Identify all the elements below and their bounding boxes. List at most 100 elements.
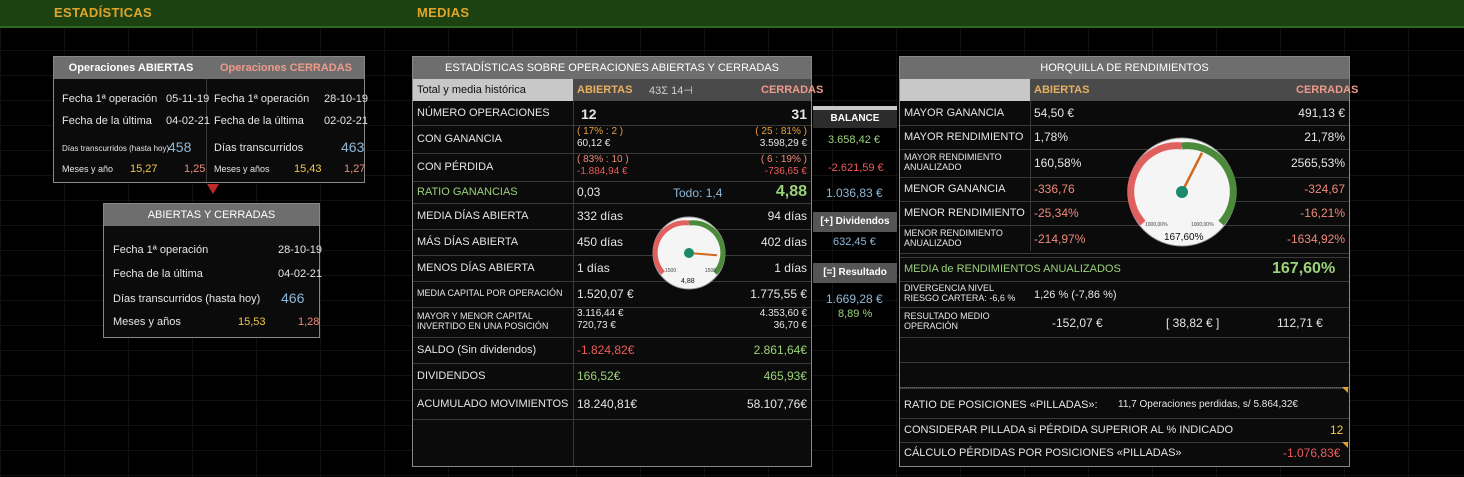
stats-row-label: NÚMERO OPERACIONES <box>417 107 550 119</box>
closed-months-label: Meses y años <box>214 164 270 174</box>
combined-months-value: 15,53 <box>238 316 266 328</box>
stats-table-title: ESTADÍSTICAS SOBRE OPERACIONES ABIERTAS … <box>413 57 811 79</box>
combined-years-value: 1,28 <box>298 316 320 328</box>
yield-col-divider <box>1030 101 1031 251</box>
combined-days-value: 466 <box>281 290 305 306</box>
stats-subheader: Total y media histórica ABIERTAS 43Σ 14⊣… <box>413 79 823 101</box>
gauge-value-label: 4,88 <box>681 278 695 285</box>
stats-row-closed: 465,93€ <box>763 369 807 383</box>
col-closed-header: CERRADAS <box>761 84 824 96</box>
top-bar: ESTADÍSTICAS MEDIAS <box>0 0 1464 28</box>
stats-row-closed: 58.107,76€ <box>746 397 807 411</box>
yield-row-closed: 2565,53% <box>1290 156 1345 170</box>
section-title-statistics: ESTADÍSTICAS <box>54 5 152 20</box>
avg-result-open: -152,07 € <box>1052 316 1103 330</box>
yield-row-closed: -16,21% <box>1300 206 1345 220</box>
yield-row-closed: -324,67 <box>1304 182 1345 196</box>
yield-gauge: 1000,00% 1000,00% 167,60% <box>1127 137 1237 247</box>
closed-months-value: 15,43 <box>294 163 322 175</box>
row-line <box>900 337 1349 338</box>
stats-row-open: 18.240,81€ <box>577 397 638 411</box>
calc-pilladas-label: CÁLCULO PÉRDIDAS POR POSICIONES «PILLADA… <box>904 447 1182 459</box>
ratio-all: Todo: 1,4 <box>673 186 723 200</box>
yield-gauge-hub <box>1176 186 1188 198</box>
yield-row-label: MENOR RENDIMIENTO <box>904 207 1025 219</box>
row-line <box>413 389 811 390</box>
avg-result-label: RESULTADO MEDIO OPERACIÓN <box>904 311 990 331</box>
consider-pillada-value[interactable]: 12 <box>1330 423 1343 437</box>
stats-row-open: 0,03 <box>577 185 601 199</box>
open-years-value: 1,25 <box>184 163 206 175</box>
open-last-label: Fecha de la última <box>62 115 152 127</box>
stats-row-open: 3.116,44 € <box>577 308 624 319</box>
balance-gain: 3.658,42 € <box>828 134 880 146</box>
open-first-date: 05-11-19 <box>166 93 210 105</box>
dividends-button[interactable]: [+] Dividendos <box>813 212 897 232</box>
comment-marker-icon <box>1342 387 1348 393</box>
yield-subheader: ABIERTAS CERRADAS <box>900 79 1358 101</box>
stats-row-label: MEDIA CAPITAL POR OPERACIÓN <box>417 288 563 298</box>
combined-days-label: Días transcurridos (hasta hoy) <box>113 293 261 305</box>
row-line <box>413 281 811 282</box>
row-line <box>900 281 1349 282</box>
stats-row-label: MAYOR Y MENOR CAPITAL INVERTIDO EN UNA P… <box>417 311 549 331</box>
open-days-label: Días transcurridos (hasta hoy) <box>62 144 170 153</box>
yield-col-closed: CERRADAS <box>1296 84 1359 96</box>
stats-row-open-sub: 720,73 € <box>577 320 616 331</box>
col-divider <box>573 101 574 466</box>
stats-row-closed-sub: 36,70 € <box>773 320 807 331</box>
col-open-header: ABIERTAS <box>577 84 633 96</box>
yield-row-label: MAYOR RENDIMIENTO ANUALIZADO <box>904 152 1002 172</box>
closed-first-label: Fecha 1ª operación <box>214 93 310 105</box>
combined-last-label: Fecha de la última <box>113 268 203 280</box>
open-months-value: 15,27 <box>130 163 158 175</box>
row-line <box>900 362 1349 363</box>
avg-result-mid: [ 38,82 € ] <box>1166 316 1220 330</box>
stats-row-closed: 1 días <box>774 261 807 275</box>
row-line <box>900 253 1349 254</box>
balance-header: BALANCE <box>813 110 897 128</box>
stats-row-closed: 94 días <box>767 209 807 223</box>
yield-row-open: 160,58% <box>1034 156 1082 170</box>
gauge-max-label: 1500 <box>705 268 716 274</box>
open-months-label: Meses y año <box>62 164 114 174</box>
closed-days-value: 463 <box>341 139 365 155</box>
stats-row-label: MEDIA DÍAS ABIERTA <box>417 210 529 222</box>
balance-dividends: 632,45 € <box>833 236 876 248</box>
stats-row-closed: 31 <box>791 106 807 122</box>
stats-row-closed-sub: -736,65 € <box>764 166 807 177</box>
yield-gauge-min-label: 1000,00% <box>1145 222 1168 228</box>
open-days-value: 458 <box>168 139 192 155</box>
combined-first-date: 28-10-19 <box>278 244 323 256</box>
stats-row-label: MÁS DÍAS ABIERTA <box>417 236 519 248</box>
row-line <box>413 363 811 364</box>
section-title-averages: MEDIAS <box>417 5 470 20</box>
row-line <box>900 307 1349 308</box>
yield-row-open: -336,76 <box>1034 182 1075 196</box>
calc-pilladas-value: -1.076,83€ <box>1283 446 1341 460</box>
avg-result-closed: 112,71 € <box>1277 316 1323 330</box>
ratio-pilladas-value: 11,7 Operaciones perdidas, s/ 5.864,32€ <box>1118 399 1298 410</box>
row-line <box>900 125 1349 126</box>
yield-col-open: ABIERTAS <box>1034 84 1090 96</box>
closed-ops-header: Operaciones CERRADAS <box>208 57 364 79</box>
stats-row-closed: ( 6 : 19% ) <box>760 154 807 165</box>
stats-row-open: 12 <box>581 106 597 122</box>
yield-row-label: MENOR GANANCIA <box>904 183 1006 195</box>
stats-row-label: ACUMULADO MOVIMIENTOS <box>417 398 569 410</box>
row-line <box>413 181 811 182</box>
stats-row-closed: 4.353,60 € <box>759 308 807 319</box>
result-button[interactable]: [=] Resultado <box>813 263 897 283</box>
stats-row-label: RATIO GANANCIAS <box>417 186 518 198</box>
yield-row-closed: 21,78% <box>1304 130 1345 144</box>
row-line <box>900 418 1349 419</box>
yield-gauge-max-label: 1000,00% <box>1191 222 1214 228</box>
stats-row-label: CON GANANCIA <box>417 133 502 145</box>
stats-row-closed: 2.861,64€ <box>753 343 807 357</box>
closed-years-value: 1,27 <box>344 163 366 175</box>
subheader-label: Total y media histórica <box>417 84 526 96</box>
closed-days-label: Días transcurridos <box>214 142 304 154</box>
combined-months-label: Meses y años <box>113 316 181 328</box>
stats-row-open: -1.824,82€ <box>577 343 635 357</box>
yield-row-open: 54,50 € <box>1034 106 1075 120</box>
